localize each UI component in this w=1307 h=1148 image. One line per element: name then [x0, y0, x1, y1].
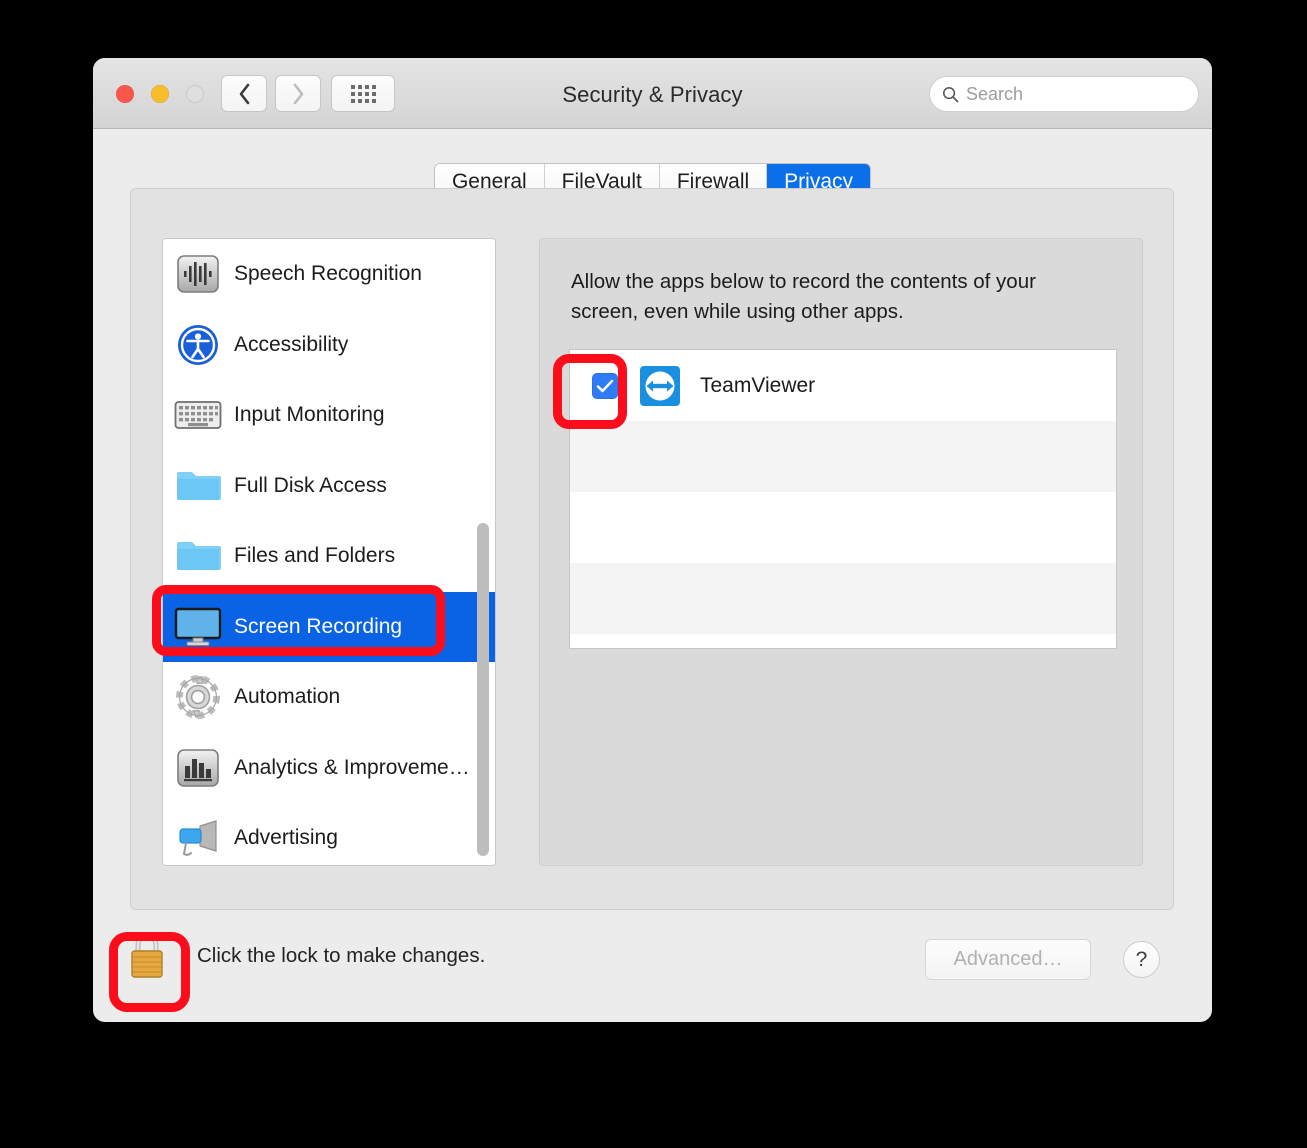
teamviewer-checkbox[interactable]: [592, 372, 618, 399]
sidebar-item-full-disk-access[interactable]: Full Disk Access: [163, 451, 495, 522]
sidebar-item-label: Accessibility: [234, 332, 349, 356]
lock-button[interactable]: [125, 930, 169, 982]
search-field[interactable]: Search: [929, 76, 1199, 112]
sidebar-item-automation[interactable]: Automation: [163, 662, 495, 733]
sidebar-item-label: Files and Folders: [234, 544, 396, 568]
sidebar-item-label: Full Disk Access: [234, 473, 387, 497]
pane-description: Allow the apps below to record the conte…: [571, 270, 1036, 323]
gear-icon: [172, 674, 224, 720]
sidebar-item-analytics-improvements[interactable]: Analytics & Improveme…: [163, 733, 495, 804]
display-icon: [172, 604, 224, 650]
sidebar-scrollbar-thumb[interactable]: [477, 523, 489, 856]
table-row[interactable]: TeamViewer: [570, 350, 1116, 421]
lock-closed-icon: [131, 933, 163, 978]
sidebar-item-label: Advertising: [234, 826, 338, 850]
sidebar-item-files-and-folders[interactable]: Files and Folders: [163, 521, 495, 592]
waveform-icon: [172, 251, 224, 297]
checkmark-icon: [596, 379, 614, 392]
table-row-empty: [570, 492, 1116, 563]
sidebar-item-label: Analytics & Improveme…: [234, 755, 470, 779]
advanced-button[interactable]: Advanced…: [925, 939, 1091, 980]
window-titlebar: Security & Privacy Search: [93, 58, 1212, 129]
keyboard-icon: [172, 392, 224, 438]
table-row-empty: [570, 563, 1116, 634]
sidebar-item-speech-recognition[interactable]: Speech Recognition: [163, 239, 495, 310]
security-privacy-window: Security & Privacy Search General FileVa…: [93, 58, 1212, 1022]
accessibility-icon: [172, 322, 224, 368]
app-name-label: TeamViewer: [700, 373, 816, 397]
bar-chart-icon: [172, 745, 224, 791]
sidebar-item-label: Automation: [234, 685, 341, 709]
sidebar-item-accessibility[interactable]: Accessibility: [163, 310, 495, 381]
sidebar-item-label: Input Monitoring: [234, 403, 385, 427]
folder-icon: [172, 463, 224, 509]
sidebar-item-screen-recording[interactable]: Screen Recording: [163, 591, 495, 662]
table-row-empty: [570, 421, 1116, 492]
help-button[interactable]: ?: [1123, 941, 1160, 978]
search-icon: [942, 86, 959, 102]
window-bottom-bar: Click the lock to make changes. Advanced…: [93, 910, 1212, 1022]
sidebar-item-input-monitoring[interactable]: Input Monitoring: [163, 380, 495, 451]
teamviewer-icon: [640, 365, 680, 406]
lock-hint-text: Click the lock to make changes.: [197, 944, 486, 967]
privacy-category-list[interactable]: Speech Recognition Accessibility Input M…: [162, 238, 496, 866]
folder-icon: [172, 533, 224, 579]
privacy-content-panel: Speech Recognition Accessibility Input M…: [130, 188, 1174, 910]
search-placeholder: Search: [966, 83, 1024, 104]
sidebar-item-label: Speech Recognition: [234, 262, 422, 286]
megaphone-icon: [172, 815, 224, 861]
sidebar-item-advertising[interactable]: Advertising: [163, 803, 495, 865]
screen-recording-detail-pane: Allow the apps below to record the conte…: [539, 238, 1143, 866]
allowed-apps-list[interactable]: TeamViewer: [569, 349, 1117, 649]
sidebar-item-label: Screen Recording: [234, 614, 403, 638]
